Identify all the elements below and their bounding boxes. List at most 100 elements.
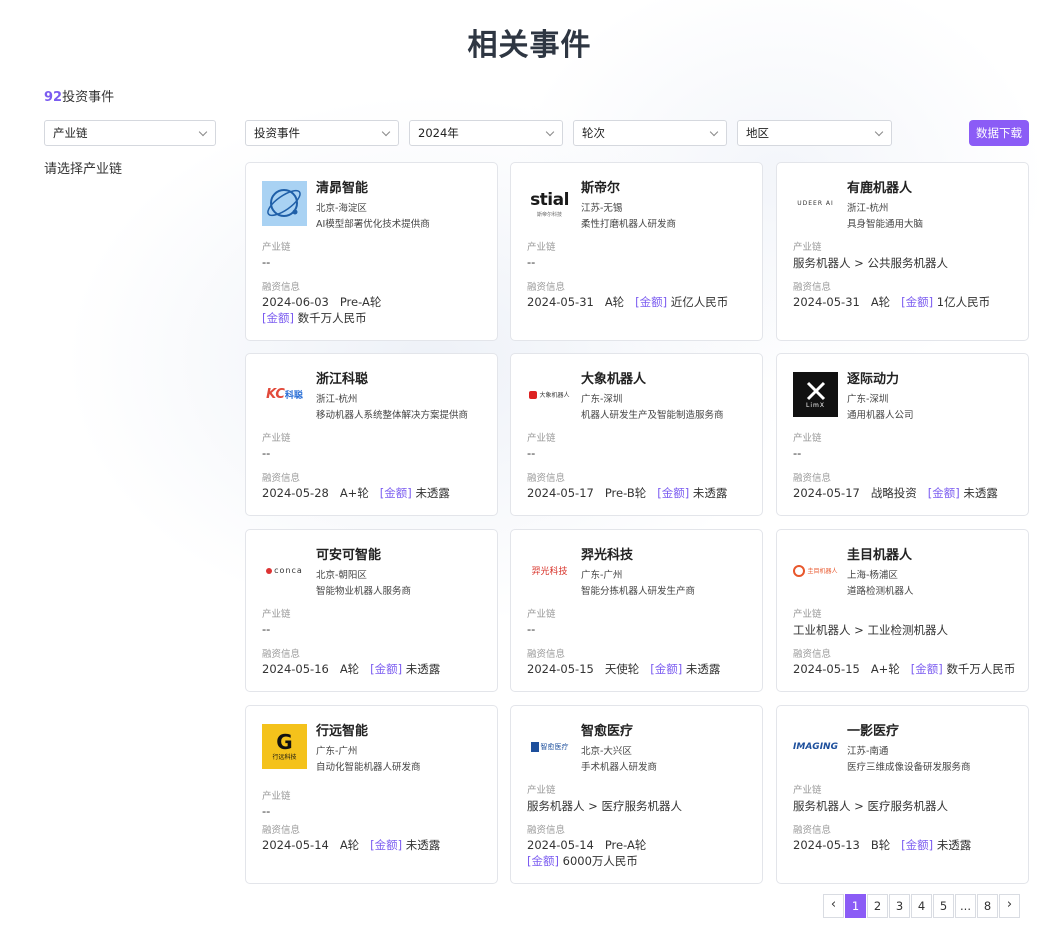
chevron-down-icon [709,127,719,137]
finance-label: 融资信息 [527,649,566,660]
event-card[interactable]: 羿光科技 羿光科技 广东-广州 智能分拣机器人研发生产商 产业链 -- 融资信息… [510,529,763,692]
finance-label: 融资信息 [793,282,832,293]
chain-value: -- [262,622,271,636]
event-card[interactable]: 清昴智能 北京-海淀区 AI模型部署优化技术提供商 产业链 -- 融资信息 20… [245,162,498,341]
chain-label: 产业链 [793,433,822,444]
region-select[interactable]: 地区 [737,120,892,146]
company-name[interactable]: 行远智能 [316,720,368,739]
page-button-2[interactable]: 2 [867,894,888,918]
finance-info: 2024-05-28 A+轮 [金额] 未透露 [262,485,450,501]
company-name[interactable]: 浙江科聪 [316,368,368,387]
company-name[interactable]: 有鹿机器人 [847,177,912,196]
company-location: 广东-深圳 [847,394,889,405]
event-card[interactable]: UDEER AI 有鹿机器人 浙江-杭州 具身智能通用大脑 产业链 服务机器人 … [776,162,1029,341]
company-description: 柔性打磨机器人研发商 [581,219,677,230]
event-card[interactable]: 圭目机器人 圭目机器人 上海-杨浦区 道路检测机器人 产业链 工业机器人 > 工… [776,529,1029,692]
company-location: 江苏-南通 [847,746,889,757]
finance-date: 2024-06-03 [262,295,329,309]
finance-info: 2024-06-03 Pre-A轮 [262,294,381,310]
finance-round: A轮 [339,662,360,676]
company-location: 江苏-无锡 [581,203,623,214]
data-download-button[interactable]: 数据下载 [969,120,1029,146]
company-description: 智能分拣机器人研发生产商 [581,586,696,597]
next-page-button[interactable]: › [999,894,1020,918]
chain-label: 产业链 [527,242,556,253]
company-name[interactable]: 大象机器人 [581,368,646,387]
chain-value: 服务机器人 > 公共服务机器人 [793,256,948,270]
company-location: 广东-深圳 [581,394,623,405]
company-name[interactable]: 可安可智能 [316,544,381,563]
guimu-logo-mark [793,564,806,577]
page-button-1[interactable]: 1 [845,894,866,918]
amount-tag: [金额] [370,662,403,676]
page-title: 相关事件 [467,28,592,63]
page: 相关事件 92投资事件 产业链 请选择产业链 投资事件 2024年 轮次 地区 … [0,0,1059,939]
company-location: 广东-广州 [581,570,623,581]
finance-info: 2024-05-15 天使轮 [金额] 未透露 [527,661,720,677]
page-button-8[interactable]: 8 [977,894,998,918]
company-name[interactable]: 圭目机器人 [847,544,912,563]
yiguang-logo-text: 羿光科技 [531,567,568,577]
finance-date: 2024-05-28 [262,486,329,500]
chain-label: 产业链 [793,242,822,253]
event-card[interactable]: 大象机器人 大象机器人 广东-深圳 机器人研发生产及智能制造服务商 产业链 --… [510,353,763,516]
event-card[interactable]: conca 可安可智能 北京-朝阳区 智能物业机器人服务商 产业链 -- 融资信… [245,529,498,692]
company-location: 浙江-杭州 [316,394,358,405]
event-card[interactable]: KC 科聪 浙江科聪 浙江-杭州 移动机器人系统整体解决方案提供商 产业链 -- … [245,353,498,516]
company-name[interactable]: 一影医疗 [847,720,899,739]
company-logo: 圭目机器人 [793,548,838,593]
finance-date: 2024-05-15 [793,662,860,676]
limx-x-icon [806,381,825,401]
year-select[interactable]: 2024年 [409,120,563,146]
finance-info: 2024-05-15 A+轮 [金额] 数千万人民币 [793,661,1015,677]
event-card[interactable]: 智愈医疗 智愈医疗 北京-大兴区 手术机器人研发商 产业链 服务机器人 > 医疗… [510,705,763,884]
page-button-5[interactable]: 5 [933,894,954,918]
company-description: 机器人研发生产及智能制造服务商 [581,410,724,421]
event-type-select[interactable]: 投资事件 [245,120,399,146]
company-logo: 智愈医疗 [527,724,572,769]
industry-chain-select[interactable]: 产业链 [44,120,216,146]
finance-date: 2024-05-13 [793,838,860,852]
event-card[interactable]: G 行远科技 行远智能 广东-广州 自动化智能机器人研发商 产业链 -- 融资信… [245,705,498,884]
finance-round: A轮 [339,838,360,852]
page-ellipsis[interactable]: ... [955,894,976,918]
company-name[interactable]: 逐际动力 [847,368,899,387]
event-card[interactable]: LimX 逐际动力 广东-深圳 通用机器人公司 产业链 -- 融资信息 2024… [776,353,1029,516]
finance-round: B轮 [870,838,891,852]
finance-round: A轮 [604,295,625,309]
finance-info: 2024-05-14 A轮 [金额] 未透露 [262,837,440,853]
page-button-4[interactable]: 4 [911,894,932,918]
prev-page-button[interactable]: ‹ [823,894,844,918]
company-logo: IMAGING [793,724,838,769]
finance-round: A+轮 [870,662,900,676]
finance-label: 融资信息 [527,473,566,484]
company-description: 智能物业机器人服务商 [316,586,412,597]
amount-tag: [金额] [901,838,934,852]
limx-logo-text: LimX [806,402,825,409]
page-button-3[interactable]: 3 [889,894,910,918]
finance-label: 融资信息 [793,473,832,484]
kc-logo-cn: 科聪 [284,391,303,401]
event-card[interactable]: IMAGING 一影医疗 江苏-南通 医疗三维成像设备研发服务商 产业链 服务机… [776,705,1029,884]
company-name[interactable]: 清昴智能 [316,177,368,196]
company-description: 医疗三维成像设备研发服务商 [847,762,971,773]
company-name[interactable]: 羿光科技 [581,544,633,563]
conca-logo-dot [266,567,273,574]
event-type-select-value: 投资事件 [254,126,300,140]
company-location: 浙江-杭州 [847,203,889,214]
event-card[interactable]: stial 斯帝尔科技 斯帝尔 江苏-无锡 柔性打磨机器人研发商 产业链 -- … [510,162,763,341]
chain-label: 产业链 [262,433,291,444]
company-logo: KC 科聪 [262,372,307,417]
finance-info: 2024-05-31 A轮 [金额] 近亿人民币 [527,294,728,310]
company-description: 手术机器人研发商 [581,762,658,773]
finance-amount: 未透露 [415,486,450,500]
round-select[interactable]: 轮次 [573,120,727,146]
amount-tag: [金额] [370,838,403,852]
company-name[interactable]: 斯帝尔 [581,177,620,196]
finance-round: 天使轮 [604,662,640,676]
finance-date: 2024-05-31 [793,295,860,309]
company-logo: G 行远科技 [262,724,307,769]
company-name[interactable]: 智愈医疗 [581,720,633,739]
finance-amount: 未透露 [405,838,441,852]
stial-logo-sub: 斯帝尔科技 [536,211,562,218]
